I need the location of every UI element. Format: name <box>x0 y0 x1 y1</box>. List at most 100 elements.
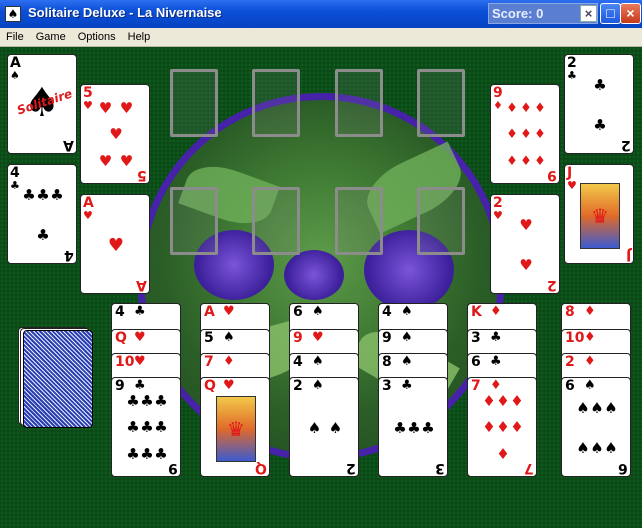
maximize-button[interactable]: □ <box>600 3 621 24</box>
reserve-card-ace-spades[interactable]: A ♠ ♠ Solitaire A <box>7 54 77 154</box>
card-rank-bottom: A <box>136 277 147 293</box>
card-rank: J <box>567 165 573 181</box>
card-rank-bottom: 2 <box>621 137 631 153</box>
card-pips: ♣ ♣ ♣ ♣ <box>22 185 64 244</box>
card-pips: ♠ ♠ ♠ ♠ ♠ ♠ <box>576 398 618 457</box>
card-rank: 3 <box>471 330 481 346</box>
card-rank: A <box>83 195 94 211</box>
foundation-slot[interactable] <box>335 187 383 255</box>
card-suit: ♥ <box>83 209 93 222</box>
foundation-slot[interactable] <box>170 187 218 255</box>
menu-game[interactable]: Game <box>30 28 72 43</box>
close-button[interactable]: × <box>620 3 641 24</box>
card-rank: 6 <box>471 354 481 370</box>
card-rank: 8 <box>382 354 392 370</box>
card-pips: ♦ ♦ ♦ ♦ ♦ ♦ ♦ ♦ ♦ <box>506 100 546 170</box>
reserve-card[interactable]: 2 ♣ ♣ ♣ 2 <box>564 54 634 154</box>
flower-decoration <box>284 250 344 300</box>
card-rank-bottom: A <box>63 137 74 153</box>
card-rank: 7 <box>204 354 214 370</box>
card-rank: 9 <box>293 330 303 346</box>
stock-card[interactable]: 5 ♥ ♥ ♥ ♥ ♥ ♥ 5 <box>80 84 150 184</box>
card-rank: 2 <box>565 354 575 370</box>
card-rank: 7 <box>471 378 481 394</box>
card-suit: ♥ <box>83 99 93 112</box>
card-suit: ♥ <box>312 330 324 345</box>
card-rank-bottom: 9 <box>168 460 178 476</box>
card-pips: ♥ <box>107 234 125 256</box>
card-pips: ♠ ♠ <box>307 418 343 437</box>
score-label: Score: 0 <box>492 6 544 21</box>
card-suit: ♠ <box>312 354 324 369</box>
tableau-card[interactable]: 3 ♣ ♣ ♣ ♣ 3 <box>378 377 448 477</box>
tableau-card[interactable]: 6 ♠ ♠ ♠ ♠ ♠ ♠ ♠ 6 <box>561 377 631 477</box>
deck-card-back[interactable] <box>23 330 93 428</box>
card-rank: 9 <box>493 85 503 101</box>
card-suit: ♠ <box>10 69 20 82</box>
card-rank-bottom: 3 <box>435 460 445 476</box>
foundation-slot[interactable] <box>417 187 465 255</box>
card-rank: 4 <box>382 304 392 320</box>
card-suit: ♣ <box>567 69 577 82</box>
card-suit: ♦ <box>584 330 596 345</box>
card-suit: ♠ <box>401 330 413 345</box>
card-rank: 9 <box>382 330 392 346</box>
tableau-card[interactable]: 9 ♣ ♣ ♣ ♣ ♣ ♣ ♣ ♣ ♣ ♣ 9 <box>111 377 181 477</box>
jack-face-icon: ♛ <box>580 183 620 249</box>
card-suit: ♣ <box>10 179 20 192</box>
score-close-icon[interactable]: × <box>580 5 597 22</box>
foundation-slot[interactable] <box>252 69 300 137</box>
card-suit: ♥ <box>567 179 577 192</box>
foundation-slot[interactable] <box>170 69 218 137</box>
card-rank: 4 <box>115 304 125 320</box>
menu-options[interactable]: Options <box>72 28 122 43</box>
card-rank: 9 <box>115 378 125 394</box>
card-rank-bottom: 7 <box>524 460 534 476</box>
stock-card[interactable]: 2 ♥ ♥ ♥ 2 <box>490 194 560 294</box>
card-rank-bottom: 6 <box>618 460 628 476</box>
foundation-slot[interactable] <box>417 69 465 137</box>
card-pips: ♣ ♣ <box>593 75 607 134</box>
card-pips: ♣ ♣ ♣ ♣ ♣ ♣ ♣ ♣ ♣ <box>126 391 168 464</box>
foundation-slot[interactable] <box>335 69 383 137</box>
card-rank: 4 <box>10 165 20 181</box>
card-rank: 8 <box>565 304 575 320</box>
card-suit: ♠ <box>223 330 235 345</box>
card-rank: 2 <box>567 55 577 71</box>
window-title: Solitaire Deluxe - La Nivernaise <box>28 5 222 20</box>
menu-help[interactable]: Help <box>122 28 157 43</box>
card-rank: Q <box>204 378 216 394</box>
card-rank: 6 <box>293 304 303 320</box>
tableau-card[interactable]: 7 ♦ ♦ ♦ ♦ ♦ ♦ ♦ ♦ 7 <box>467 377 537 477</box>
tableau-card[interactable]: 2 ♠ ♠ ♠ 2 <box>289 377 359 477</box>
card-pips: ♥ ♥ ♥ ♥ ♥ <box>98 98 134 171</box>
card-rank: 10 <box>115 354 135 370</box>
menu-file[interactable]: File <box>0 28 30 43</box>
card-suit: ♦ <box>493 99 503 112</box>
card-suit: ♠ <box>401 354 413 369</box>
card-suit: ♥ <box>134 330 146 345</box>
draw-deck[interactable] <box>18 327 93 428</box>
card-suit: ♥ <box>493 209 503 222</box>
card-rank: 3 <box>382 378 392 394</box>
card-suit: ♥ <box>134 354 146 369</box>
app-spade-icon[interactable]: ♠ <box>5 6 21 22</box>
score-display: Score: 0 × <box>488 3 598 24</box>
card-suit: ♠ <box>401 304 413 319</box>
card-rank: 4 <box>293 354 303 370</box>
card-suit: ♣ <box>490 330 502 345</box>
reserve-card-jack[interactable]: J ♥ ♛ J <box>564 164 634 264</box>
game-table: A ♠ ♠ Solitaire A 4 ♣ ♣ ♣ ♣ ♣ 4 5 ♥ ♥ ♥ ♥ ♥ ♥ 5… <box>0 47 642 528</box>
card-suit: ♣ <box>134 304 146 319</box>
reserve-card[interactable]: 4 ♣ ♣ ♣ ♣ ♣ 4 <box>7 164 77 264</box>
card-suit: ♥ <box>223 304 235 319</box>
stock-card[interactable]: 9 ♦ ♦ ♦ ♦ ♦ ♦ ♦ ♦ ♦ ♦ 9 <box>490 84 560 184</box>
stock-card[interactable]: A ♥ ♥ A <box>80 194 150 294</box>
tableau-card[interactable]: Q ♥ ♛ Q <box>200 377 270 477</box>
foundation-slot[interactable] <box>252 187 300 255</box>
card-rank: Q <box>115 330 127 346</box>
card-suit: ♦ <box>584 304 596 319</box>
card-suit: ♥ <box>223 378 235 393</box>
card-rank-bottom: Q <box>255 460 267 476</box>
card-suit: ♠ <box>312 304 324 319</box>
